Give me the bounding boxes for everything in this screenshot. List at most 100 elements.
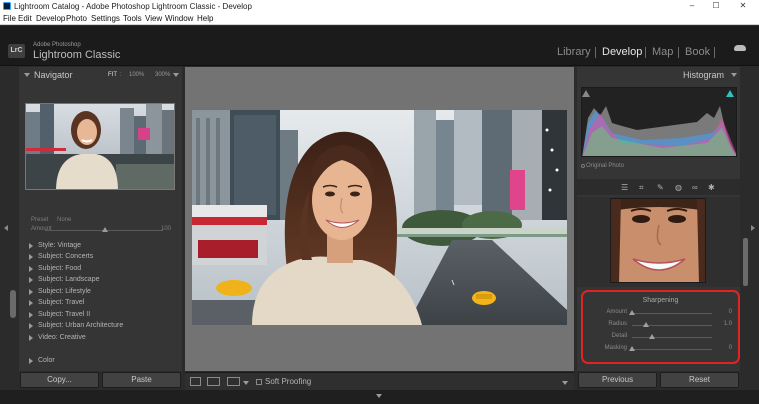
loupe-view-icon[interactable] — [190, 377, 201, 386]
before-after-split-icon[interactable] — [227, 377, 240, 386]
preset-amount-strip: Preset None Amount 100 — [19, 217, 182, 235]
slider-knob[interactable] — [642, 322, 649, 327]
sharpening-title: Sharpening — [642, 297, 679, 304]
amount-slider-knob[interactable] — [102, 227, 108, 232]
slider-track[interactable] — [632, 349, 712, 350]
menu-file[interactable]: File — [3, 14, 16, 23]
masking-icon[interactable]: ◍ — [675, 183, 682, 192]
view-menu-icon[interactable] — [243, 381, 249, 385]
preset-label: Preset — [31, 217, 49, 223]
slider-knob[interactable] — [649, 334, 655, 339]
zoom-300[interactable]: 300% — [155, 72, 170, 78]
histogram-graph[interactable] — [581, 87, 737, 157]
slider-label: Detail — [611, 333, 627, 339]
navigator-preview-image — [26, 104, 174, 189]
window-title: Lightroom Catalog - Adobe Photoshop Ligh… — [14, 2, 252, 11]
left-panel-scrollbar[interactable] — [10, 290, 16, 318]
module-map[interactable]: Map — [652, 46, 673, 58]
lrc-logo: LrC — [8, 44, 25, 58]
module-divider — [714, 47, 715, 58]
menu-photo[interactable]: Photo — [66, 14, 87, 23]
slider-knob[interactable] — [629, 346, 635, 351]
detail-zoom-preview[interactable] — [610, 198, 706, 283]
slider-detail[interactable]: Detail — [583, 332, 738, 342]
module-develop[interactable]: Develop — [602, 46, 642, 58]
close-button[interactable]: ✕ — [733, 1, 753, 10]
expand-icon — [29, 277, 33, 283]
slider-amount[interactable]: Amount 0 — [583, 308, 738, 318]
expand-icon — [29, 300, 33, 306]
menu-help[interactable]: Help — [197, 14, 213, 23]
left-bottom-bar: Copy... Paste — [19, 372, 182, 389]
right-bottom-bar: Previous Reset — [577, 372, 740, 389]
crop-icon[interactable]: ⌗ — [639, 183, 644, 193]
previous-button[interactable]: Previous — [578, 372, 657, 388]
navigator-header[interactable]: Navigator FIT : 100% 300% — [19, 67, 182, 83]
slider-knob[interactable] — [629, 310, 635, 315]
detail-preview-image — [611, 199, 705, 282]
detail-section — [577, 197, 740, 287]
expand-icon — [29, 289, 33, 295]
main-photo[interactable] — [192, 110, 567, 325]
vendor-label: Adobe Photoshop — [33, 42, 81, 48]
module-book[interactable]: Book — [685, 46, 710, 58]
module-bar: LrC Adobe Photoshop Lightroom Classic Li… — [0, 26, 759, 66]
zoom-fit[interactable]: FIT — [108, 72, 117, 78]
maximize-button[interactable]: ☐ — [706, 1, 726, 10]
paste-button[interactable]: Paste — [102, 372, 181, 388]
tool-strip: ☰ ⌗ ✎ ◍ ∞ ✱ — [577, 179, 740, 195]
navigator-title: Navigator — [34, 70, 73, 80]
menu-settings[interactable]: Settings — [91, 14, 120, 23]
amount-label: Amount — [31, 226, 52, 232]
app-icon — [3, 2, 11, 10]
window-titlebar: Lightroom Catalog - Adobe Photoshop Ligh… — [0, 0, 759, 13]
original-photo-icon — [581, 164, 585, 168]
expand-icon — [29, 254, 33, 260]
before-after-icon[interactable] — [207, 377, 220, 386]
left-panel-toggle-icon[interactable] — [4, 225, 8, 231]
red-eye-icon[interactable]: ∞ — [692, 183, 698, 192]
menu-edit[interactable]: Edit — [18, 14, 32, 23]
cloud-icon[interactable] — [734, 45, 746, 51]
soft-proofing-checkbox[interactable] — [256, 379, 262, 385]
menu-view[interactable]: View — [145, 14, 162, 23]
soft-proofing-label: Soft Proofing — [265, 377, 312, 386]
center-toolbar: Soft Proofing — [185, 372, 574, 390]
presets-icon[interactable]: ✱ — [708, 183, 715, 192]
amount-value: 100 — [161, 226, 172, 232]
menu-window[interactable]: Window — [165, 14, 193, 23]
reset-button[interactable]: Reset — [660, 372, 739, 388]
minimize-button[interactable]: – — [682, 1, 702, 10]
zoom-menu-icon[interactable] — [173, 73, 179, 77]
slider-radius[interactable]: Radius 1.0 — [583, 320, 738, 330]
histogram-plot — [582, 90, 736, 156]
filmstrip-toggle-icon[interactable] — [376, 394, 382, 398]
module-divider — [678, 47, 679, 58]
left-panel: Navigator FIT : 100% 300% Preset None Am… — [19, 67, 182, 371]
copy-button[interactable]: Copy... — [20, 372, 99, 388]
navigator-preview[interactable] — [25, 103, 175, 190]
product-label: Lightroom Classic — [33, 49, 121, 61]
module-divider — [645, 47, 646, 58]
expand-icon — [29, 266, 33, 272]
module-library[interactable]: Library — [557, 46, 591, 58]
main-image-area[interactable] — [185, 67, 574, 371]
expand-icon — [29, 312, 33, 318]
menu-tools[interactable]: Tools — [123, 14, 142, 23]
histogram-collapse-icon[interactable] — [731, 73, 737, 77]
menu-bar: File Edit Develop Photo Settings Tools V… — [0, 13, 759, 25]
histogram-title: Histogram — [682, 70, 724, 80]
healing-icon[interactable]: ✎ — [657, 183, 664, 192]
preset-value: None — [57, 217, 72, 223]
toolbar-menu-icon[interactable] — [562, 381, 568, 385]
slider-track[interactable] — [632, 313, 712, 314]
slider-track[interactable] — [632, 337, 712, 338]
right-panel-scrollbar[interactable] — [743, 238, 748, 286]
edit-sliders-icon[interactable]: ☰ — [621, 183, 628, 192]
right-panel-toggle-icon[interactable] — [751, 225, 755, 231]
slider-label: Masking — [604, 345, 627, 351]
collapse-icon[interactable] — [24, 73, 30, 77]
zoom-100[interactable]: 100% — [129, 72, 144, 78]
slider-masking[interactable]: Masking 0 — [583, 344, 738, 354]
menu-develop[interactable]: Develop — [36, 14, 65, 23]
